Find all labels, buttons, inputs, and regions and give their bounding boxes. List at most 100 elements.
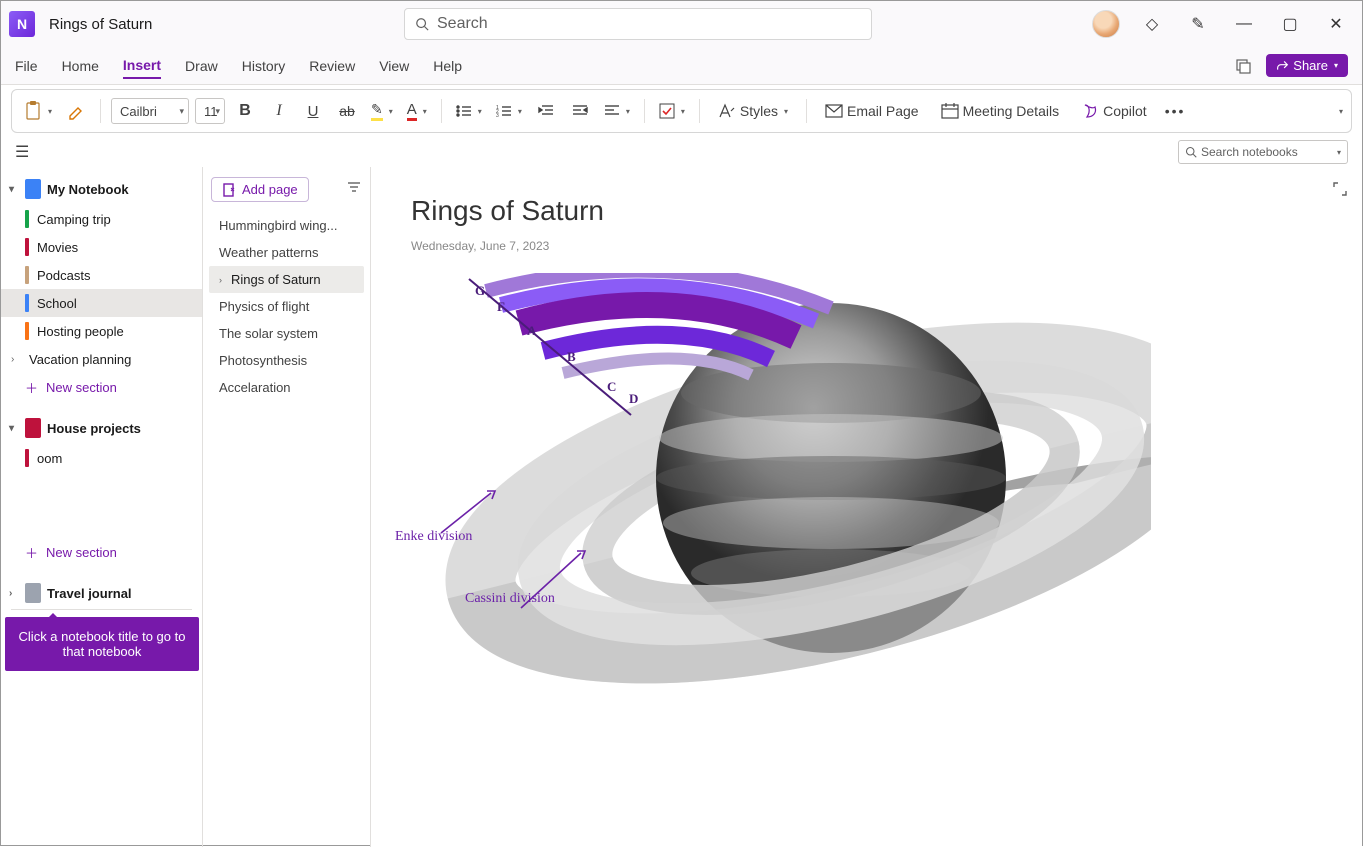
page-hummingbird[interactable]: Hummingbird wing... <box>209 212 364 239</box>
section-label: Vacation planning <box>29 352 131 367</box>
styles-button[interactable]: Styles▾ <box>710 96 796 126</box>
copilot-label: Copilot <box>1103 103 1147 119</box>
menu-review[interactable]: Review <box>309 54 355 78</box>
section-oom[interactable]: oom <box>1 444 202 472</box>
diamond-icon[interactable]: ◇ <box>1138 10 1166 38</box>
chevron-right-icon: › <box>9 588 19 599</box>
strikethrough-button[interactable]: ab <box>333 96 361 126</box>
hamburger-icon[interactable]: ☰ <box>15 142 29 162</box>
menu-history[interactable]: History <box>242 54 286 78</box>
underline-button[interactable]: U <box>299 96 327 126</box>
chevron-down-icon: ▾ <box>1337 148 1341 157</box>
open-in-window-icon[interactable] <box>1230 53 1256 79</box>
search-bar[interactable]: Search <box>404 8 872 40</box>
section-movies[interactable]: Movies <box>1 233 202 261</box>
search-notebooks-placeholder: Search notebooks <box>1201 145 1298 159</box>
numbered-list-button[interactable]: 123▾ <box>492 96 526 126</box>
page-solar-system[interactable]: The solar system <box>209 320 364 347</box>
notebook-header-house-projects[interactable]: ▾ House projects <box>1 412 202 444</box>
more-button[interactable]: ••• <box>1161 96 1190 126</box>
search-placeholder: Search <box>437 15 488 33</box>
italic-button[interactable]: I <box>265 96 293 126</box>
section-label: oom <box>37 451 62 466</box>
menu-draw[interactable]: Draw <box>185 54 218 78</box>
close-button[interactable]: ✕ <box>1322 10 1350 38</box>
menu-home[interactable]: Home <box>62 54 99 78</box>
app-icon: N <box>9 11 35 37</box>
secondary-bar: ☰ Search notebooks ▾ <box>1 137 1362 167</box>
ring-label-a: A <box>527 323 536 339</box>
chevron-right-icon: › <box>219 275 227 285</box>
font-color-button[interactable]: A▾ <box>403 96 431 126</box>
bold-button[interactable]: B <box>231 96 259 126</box>
bullet-list-button[interactable]: ▾ <box>452 96 486 126</box>
section-vacation-planning[interactable]: › Vacation planning <box>1 345 202 373</box>
add-page-button[interactable]: Add page <box>211 177 309 202</box>
section-podcasts[interactable]: Podcasts <box>1 261 202 289</box>
align-button[interactable]: ▾ <box>600 96 634 126</box>
plus-icon: ＋ <box>25 543 38 562</box>
page-title[interactable]: Rings of Saturn <box>411 195 1322 227</box>
chevron-right-icon: › <box>11 354 21 365</box>
page-accelaration[interactable]: Accelaration <box>209 374 364 401</box>
notebook-header-my-notebook[interactable]: ▾ My Notebook <box>1 173 202 205</box>
section-camping-trip[interactable]: Camping trip <box>1 205 202 233</box>
indent-button[interactable] <box>566 96 594 126</box>
tooltip-callout: Click a notebook title to go to that not… <box>5 617 199 671</box>
svg-text:3: 3 <box>496 113 499 118</box>
page-rings-of-saturn[interactable]: ›Rings of Saturn <box>209 266 364 293</box>
saturn-illustration: G F A B C D Enke division Cassini divisi… <box>371 273 1151 693</box>
section-label: Hosting people <box>37 324 124 339</box>
share-button[interactable]: Share ▾ <box>1266 54 1348 77</box>
menubar: File Home Insert Draw History Review Vie… <box>1 47 1362 85</box>
pen-icon[interactable]: ✎ <box>1184 10 1212 38</box>
font-size-value: 11 <box>204 104 218 119</box>
outdent-button[interactable] <box>532 96 560 126</box>
menu-help[interactable]: Help <box>433 54 462 78</box>
maximize-button[interactable]: ▢ <box>1276 10 1304 38</box>
notebook-header-travel-journal[interactable]: › Travel journal <box>1 577 202 609</box>
new-section-button[interactable]: ＋New section <box>1 538 202 567</box>
highlight-button[interactable]: ✎▾ <box>367 96 397 126</box>
copilot-button[interactable]: Copilot <box>1073 96 1155 126</box>
meeting-details-button[interactable]: Meeting Details <box>933 96 1068 126</box>
minimize-button[interactable]: — <box>1230 10 1258 38</box>
page-physics-of-flight[interactable]: Physics of flight <box>209 293 364 320</box>
new-section-button[interactable]: ＋New section <box>1 373 202 402</box>
notebook-name: My Notebook <box>47 182 129 197</box>
page-label: Accelaration <box>219 380 291 395</box>
format-painter-button[interactable] <box>62 96 90 126</box>
section-label: Camping trip <box>37 212 111 227</box>
menu-insert[interactable]: Insert <box>123 53 161 79</box>
fullscreen-button[interactable] <box>1332 181 1348 202</box>
font-size-select[interactable]: 11 <box>195 98 225 124</box>
ribbon-expand-icon[interactable]: ▾ <box>1339 107 1343 116</box>
page-label: The solar system <box>219 326 318 341</box>
section-label: School <box>37 296 77 311</box>
notebook-icon <box>25 418 41 438</box>
user-avatar[interactable] <box>1092 10 1120 38</box>
saturn-svg <box>371 273 1151 703</box>
section-hosting-people[interactable]: Hosting people <box>1 317 202 345</box>
menu-file[interactable]: File <box>15 54 38 78</box>
font-name-select[interactable]: Cailbri <box>111 98 189 124</box>
page-date: Wednesday, June 7, 2023 <box>411 239 1322 253</box>
page-photosynthesis[interactable]: Photosynthesis <box>209 347 364 374</box>
section-school[interactable]: School <box>1 289 202 317</box>
search-notebooks-input[interactable]: Search notebooks ▾ <box>1178 140 1348 164</box>
annotation-enke: Enke division <box>395 529 472 545</box>
section-label: Movies <box>37 240 78 255</box>
plus-icon: ＋ <box>25 378 38 397</box>
email-label: Email Page <box>847 103 919 119</box>
font-name-value: Cailbri <box>120 104 157 119</box>
page-weather-patterns[interactable]: Weather patterns <box>209 239 364 266</box>
email-page-button[interactable]: Email Page <box>817 96 927 126</box>
window-title: Rings of Saturn <box>49 16 152 33</box>
page-canvas[interactable]: Rings of Saturn Wednesday, June 7, 2023 <box>371 167 1362 847</box>
sort-button[interactable] <box>346 180 362 199</box>
menu-view[interactable]: View <box>379 54 409 78</box>
paste-button[interactable]: ▾ <box>20 96 56 126</box>
page-label: Photosynthesis <box>219 353 307 368</box>
search-icon <box>415 17 429 31</box>
todo-tag-button[interactable]: ▾ <box>655 96 689 126</box>
